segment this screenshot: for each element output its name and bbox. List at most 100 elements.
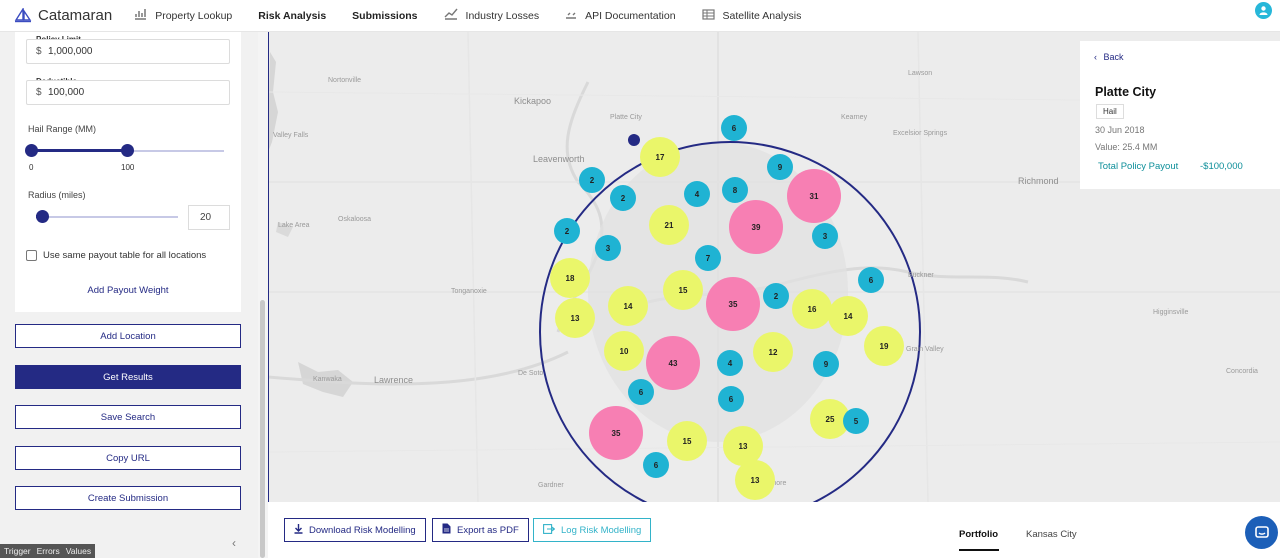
cluster-marker-cyan[interactable]: 6 xyxy=(718,386,744,412)
cluster-marker-yellow[interactable]: 13 xyxy=(555,298,595,338)
download-risk-modelling-button[interactable]: Download Risk Modelling xyxy=(284,518,426,542)
radius-track[interactable] xyxy=(36,216,178,218)
hail-range-min-value: 0 xyxy=(29,163,34,172)
nav-satellite-analysis[interactable]: Satellite Analysis xyxy=(701,8,801,23)
cluster-marker-yellow[interactable]: 21 xyxy=(649,205,689,245)
cluster-marker-yellow[interactable]: 19 xyxy=(864,326,904,366)
cluster-marker-cyan[interactable]: 9 xyxy=(767,154,793,180)
cluster-marker-cyan[interactable]: 4 xyxy=(684,181,710,207)
town-label: Platte City xyxy=(610,114,642,121)
radius-input[interactable]: 20 xyxy=(188,205,230,230)
copy-url-button[interactable]: Copy URL xyxy=(15,446,241,470)
cluster-marker-yellow[interactable]: 15 xyxy=(667,421,707,461)
tab-kansas-city[interactable]: Kansas City xyxy=(1026,529,1077,540)
nav-api-documentation[interactable]: API Documentation xyxy=(565,9,676,23)
cluster-marker-yellow[interactable]: 17 xyxy=(640,137,680,177)
table-icon xyxy=(701,8,715,23)
same-payout-checkbox[interactable] xyxy=(26,250,37,261)
cluster-marker-pink[interactable]: 43 xyxy=(646,336,700,390)
chat-button[interactable] xyxy=(1245,516,1278,549)
cluster-marker-cyan[interactable]: 8 xyxy=(722,177,748,203)
cluster-marker-cyan[interactable]: 6 xyxy=(721,115,747,141)
user-avatar[interactable] xyxy=(1255,2,1272,19)
cluster-marker-pink[interactable]: 39 xyxy=(729,200,783,254)
nav-property-lookup[interactable]: Property Lookup xyxy=(134,8,232,23)
cluster-marker-cyan[interactable]: 3 xyxy=(595,235,621,261)
cluster-marker-cyan[interactable]: 4 xyxy=(717,350,743,376)
nav-risk-analysis[interactable]: Risk Analysis xyxy=(258,10,326,22)
cluster-marker-cyan[interactable]: 3 xyxy=(812,223,838,249)
peril-badge: Hail xyxy=(1096,104,1124,119)
debug-errors[interactable]: Errors xyxy=(37,546,60,556)
save-search-button[interactable]: Save Search xyxy=(15,405,241,429)
tab-portfolio[interactable]: Portfolio xyxy=(959,529,998,540)
town-label: Kearney xyxy=(841,114,868,121)
hail-range-min-handle[interactable] xyxy=(25,144,38,157)
back-link[interactable]: ‹ Back xyxy=(1094,52,1124,62)
collapse-sidebar-icon[interactable]: ‹ xyxy=(232,536,236,550)
cluster-marker-yellow[interactable]: 12 xyxy=(753,332,793,372)
nav-label: Industry Losses xyxy=(465,9,540,22)
radius-label: Radius (miles) xyxy=(28,190,86,200)
cluster-marker-cyan[interactable]: 6 xyxy=(643,452,669,478)
add-location-button[interactable]: Add Location xyxy=(15,324,241,348)
cluster-marker-cyan[interactable]: 5 xyxy=(843,408,869,434)
cluster-marker-cyan[interactable]: 2 xyxy=(554,218,580,244)
policy-limit-field[interactable]: $ 1,000,000 xyxy=(26,39,230,64)
nav-submissions[interactable]: Submissions xyxy=(352,10,417,22)
town-label: Concordia xyxy=(1226,368,1258,375)
debug-trigger[interactable]: Trigger xyxy=(4,546,31,556)
log-risk-modelling-button[interactable]: Log Risk Modelling xyxy=(533,518,652,542)
cluster-marker-cyan[interactable]: 7 xyxy=(695,245,721,271)
cluster-marker-yellow[interactable]: 18 xyxy=(550,258,590,298)
debug-toolbar: Trigger Errors Values xyxy=(0,544,96,558)
town-label: Kanwaka xyxy=(313,376,342,383)
hail-range-max-value: 100 xyxy=(121,163,135,172)
download-icon xyxy=(294,523,303,537)
hail-range-max-handle[interactable] xyxy=(121,144,134,157)
cluster-marker-yellow[interactable]: 14 xyxy=(828,296,868,336)
event-date: 30 Jun 2018 xyxy=(1095,125,1145,135)
cluster-marker-cyan[interactable]: 2 xyxy=(610,185,636,211)
results-toolbar: Download Risk Modelling Export as PDF Lo… xyxy=(268,502,1280,558)
brand[interactable]: Catamaran xyxy=(14,7,112,24)
town-label: Buckner xyxy=(908,272,934,279)
sidebar-scroll-thumb[interactable] xyxy=(260,300,265,558)
cluster-marker-pink[interactable]: 35 xyxy=(706,277,760,331)
get-results-button[interactable]: Get Results xyxy=(15,365,241,389)
town-label: Grain Valley xyxy=(906,346,944,353)
same-payout-label: Use same payout table for all locations xyxy=(43,250,207,261)
radius-handle[interactable] xyxy=(36,210,49,223)
cluster-marker-pink[interactable]: 35 xyxy=(589,406,643,460)
line-chart-icon xyxy=(444,8,458,23)
cluster-marker-cyan[interactable]: 6 xyxy=(628,379,654,405)
top-nav: Catamaran Property Lookup Risk Analysis … xyxy=(0,0,1280,32)
deductible-field[interactable]: $ 100,000 xyxy=(26,80,230,105)
currency-symbol: $ xyxy=(36,46,42,57)
nav-industry-losses[interactable]: Industry Losses xyxy=(444,8,540,23)
cluster-marker-yellow[interactable]: 13 xyxy=(735,460,775,500)
cluster-marker-yellow[interactable]: 16 xyxy=(792,289,832,329)
cluster-marker-cyan[interactable]: 9 xyxy=(813,351,839,377)
cluster-marker-cyan[interactable]: 2 xyxy=(763,283,789,309)
add-payout-weight-link[interactable]: Add Payout Weight xyxy=(15,285,241,296)
create-submission-button[interactable]: Create Submission xyxy=(15,486,241,510)
cluster-marker-cyan[interactable]: 6 xyxy=(858,267,884,293)
button-label: Export as PDF xyxy=(457,524,519,536)
cluster-marker-yellow[interactable]: 14 xyxy=(608,286,648,326)
town-label: Leavenworth xyxy=(533,154,585,164)
nav-label: API Documentation xyxy=(585,9,676,22)
debug-values[interactable]: Values xyxy=(66,546,91,556)
payout-label: Total Policy Payout xyxy=(1098,161,1179,172)
policy-limit-value: 1,000,000 xyxy=(48,46,93,57)
nav-label: Risk Analysis xyxy=(258,9,327,22)
town-label: Nortonville xyxy=(328,77,362,84)
cluster-marker-yellow[interactable]: 15 xyxy=(663,270,703,310)
cluster-marker-pink[interactable]: 31 xyxy=(787,169,841,223)
town-label: Tonganoxie xyxy=(451,288,487,295)
cluster-marker-yellow[interactable]: 10 xyxy=(604,331,644,371)
location-detail-card: ‹ Back Platte City Hail 30 Jun 2018 Valu… xyxy=(1080,41,1280,189)
export-pdf-button[interactable]: Export as PDF xyxy=(432,518,529,542)
town-label: Excelsior Springs xyxy=(893,130,948,137)
cluster-marker-cyan[interactable]: 2 xyxy=(579,167,605,193)
